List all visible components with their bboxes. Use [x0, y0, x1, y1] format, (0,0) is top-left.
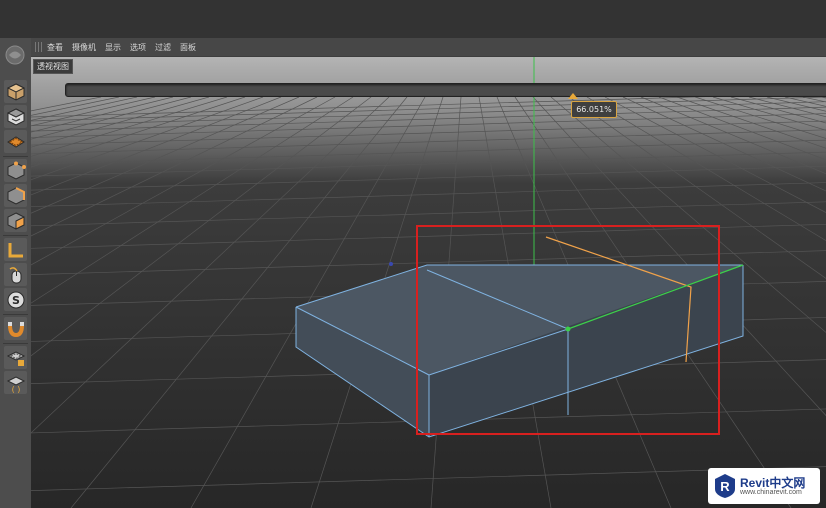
- axis-mode-icon[interactable]: [4, 238, 27, 261]
- workplane-lock-icon[interactable]: [4, 346, 27, 369]
- loop-cut-slider[interactable]: [65, 83, 826, 97]
- svg-text:R: R: [720, 479, 730, 494]
- viewport-menu-bar: 查看 摄像机 显示 选项 过滤 面板: [31, 38, 826, 57]
- perspective-viewport[interactable]: 透视视图 66.051%: [31, 57, 826, 508]
- cinema4d-logo-icon: [4, 44, 26, 66]
- menu-panel[interactable]: 面板: [180, 42, 196, 53]
- svg-text:S: S: [12, 294, 20, 307]
- workplane-mode-icon[interactable]: [4, 130, 27, 153]
- revit-logo-icon: R: [714, 473, 736, 499]
- tweak-mode-icon[interactable]: [4, 263, 27, 286]
- slider-value-tooltip: 66.051%: [571, 101, 617, 118]
- polygons-mode-icon[interactable]: [4, 209, 27, 232]
- menu-grip-icon[interactable]: [35, 42, 43, 52]
- menu-filter[interactable]: 过滤: [155, 42, 171, 53]
- highlight-selection-rectangle: [416, 225, 720, 435]
- slider-thumb-icon[interactable]: [568, 93, 579, 99]
- viewport-label[interactable]: 透视视图: [33, 59, 73, 74]
- mode-toolbar: S ( ): [0, 38, 32, 508]
- model-mode-icon[interactable]: [4, 80, 27, 103]
- menu-view[interactable]: 查看: [47, 42, 63, 53]
- watermark-url: www.chinarevit.com: [740, 488, 802, 496]
- edges-mode-icon[interactable]: [4, 184, 27, 207]
- menu-options[interactable]: 选项: [130, 42, 146, 53]
- points-mode-icon[interactable]: [4, 159, 27, 182]
- app-top-bar: [0, 0, 826, 39]
- svg-text:( ): ( ): [11, 385, 20, 393]
- planar-workplane-icon[interactable]: ( ): [4, 371, 27, 394]
- axis-handle: [389, 262, 393, 266]
- solo-mode-icon[interactable]: S: [4, 288, 27, 311]
- texture-mode-icon[interactable]: [4, 105, 27, 128]
- menu-display[interactable]: 显示: [105, 42, 121, 53]
- watermark-badge: R Revit中文网 www.chinarevit.com: [708, 468, 820, 504]
- watermark-title: Revit中文网: [740, 475, 806, 490]
- snap-icon[interactable]: [4, 317, 27, 340]
- menu-cameras[interactable]: 摄像机: [72, 42, 96, 53]
